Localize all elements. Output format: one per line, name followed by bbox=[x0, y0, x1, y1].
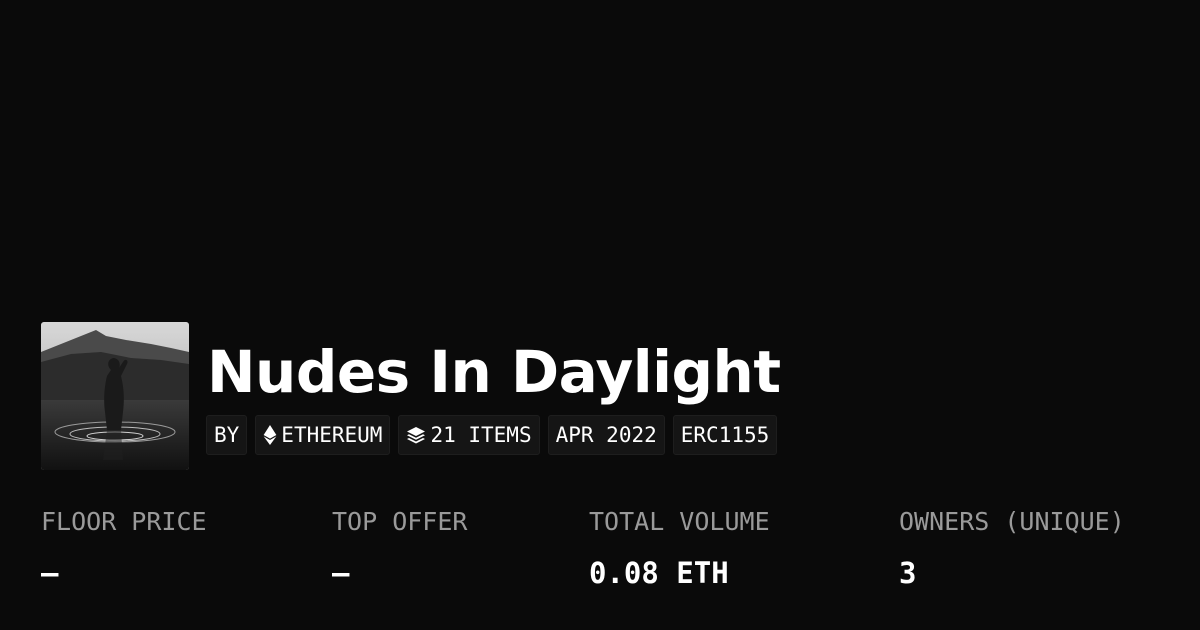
owners-value: 3 bbox=[899, 556, 917, 590]
total-volume-stat: TOTAL VOLUME 0.08 ETH bbox=[589, 505, 770, 590]
owners-label: OWNERS (UNIQUE) bbox=[899, 507, 1125, 536]
collection-avatar[interactable] bbox=[41, 322, 189, 470]
top-offer-stat: TOP OFFER – bbox=[332, 505, 467, 590]
collection-photo-icon bbox=[41, 322, 189, 470]
creator-label: BY bbox=[214, 423, 240, 447]
total-volume-label: TOTAL VOLUME bbox=[589, 507, 770, 536]
items-label: 21 ITEMS bbox=[430, 423, 532, 447]
items-tag[interactable]: 21 ITEMS bbox=[398, 415, 540, 455]
chain-tag[interactable]: ETHEREUM bbox=[255, 415, 391, 455]
collection-tags: BY ETHEREUM 21 ITEMS APR 2022 ERC1155 bbox=[206, 415, 778, 455]
floor-price-stat: FLOOR PRICE – bbox=[41, 505, 207, 590]
owners-stat: OWNERS (UNIQUE) 3 bbox=[899, 505, 1125, 590]
creator-tag[interactable]: BY bbox=[206, 415, 248, 455]
total-volume-value: 0.08 ETH bbox=[589, 556, 729, 590]
top-offer-label: TOP OFFER bbox=[332, 507, 468, 536]
floor-price-label: FLOOR PRICE bbox=[41, 507, 207, 536]
date-tag: APR 2022 bbox=[547, 415, 665, 455]
ethereum-icon bbox=[263, 425, 277, 445]
collection-card: Nudes In Daylight BY ETHEREUM 21 ITEMS A… bbox=[0, 0, 1200, 630]
standard-label: ERC1155 bbox=[680, 423, 770, 447]
collection-title: Nudes In Daylight bbox=[207, 338, 781, 406]
chain-label: ETHEREUM bbox=[281, 423, 383, 447]
layers-icon bbox=[407, 427, 426, 444]
standard-tag: ERC1155 bbox=[672, 415, 778, 455]
date-label: APR 2022 bbox=[555, 423, 657, 447]
top-offer-value: – bbox=[332, 556, 350, 590]
floor-price-value: – bbox=[41, 556, 59, 590]
